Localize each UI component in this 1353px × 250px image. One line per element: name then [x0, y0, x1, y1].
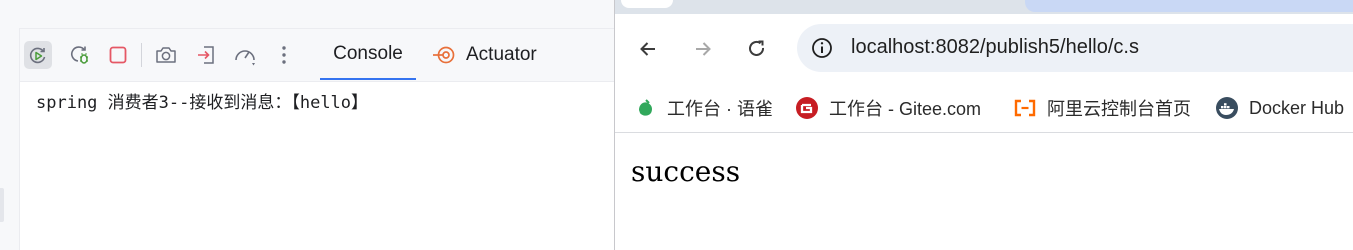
bookmark-gitee-label: 工作台 - Gitee.com [829, 99, 982, 119]
page-content: success [615, 133, 1353, 250]
yuque-icon [639, 99, 652, 116]
address-bar[interactable]: localhost:8082/publish5/hello/c.s [797, 24, 1353, 72]
stop-button[interactable] [104, 41, 132, 69]
bookmark-gitee[interactable]: 工作台 - Gitee.com [795, 93, 981, 123]
bookmark-aliyun-label: 阿里云控制台首页 [1047, 99, 1191, 119]
address-url[interactable]: localhost:8082/publish5/hello/c.s [851, 36, 1139, 59]
page-response-text: success [631, 155, 741, 188]
arrow-right-icon [696, 42, 711, 56]
actuator-icon [433, 46, 455, 63]
stop-icon [109, 46, 127, 64]
screenshot-button[interactable] [152, 41, 180, 69]
tab-actuator-label: Actuator [466, 43, 537, 65]
browser-window: localhost:8082/publish5/hello/c.s 工作台 · … [614, 0, 1353, 250]
console-output-line: spring 消费者3--接收到消息：【hello】 [36, 93, 369, 113]
aliyun-icon [1014, 99, 1036, 117]
rerun-debug-icon [71, 46, 88, 64]
browser-nav-bar: localhost:8082/publish5/hello/c.s [615, 14, 1353, 84]
more-options-button[interactable] [270, 41, 298, 69]
bookmark-yuque[interactable]: 工作台 · 语雀 [635, 93, 773, 123]
camera-icon [156, 47, 176, 63]
gauge-icon [235, 50, 255, 66]
rerun-icon [29, 47, 46, 64]
profiler-button[interactable] [231, 41, 259, 69]
more-vertical-icon [282, 46, 286, 64]
gutter-scroll-marker[interactable] [0, 188, 4, 222]
ide-header-strip [0, 0, 614, 29]
rerun-button[interactable] [24, 41, 52, 69]
reload-button[interactable] [740, 32, 774, 66]
run-toolbar: Console Actuator [20, 29, 614, 82]
toolbar-separator [141, 43, 142, 67]
bookmark-aliyun[interactable]: 阿里云控制台首页 [1013, 93, 1191, 123]
bookmarks-bar: 工作台 · 语雀 工作台 - Gitee.com 阿里云控制台首页 Docker… [615, 84, 1353, 133]
bookmark-yuque-label: 工作台 · 语雀 [667, 99, 773, 119]
ide-run-window: Console Actuator spring 消费者3--接收到消息：【hel… [0, 0, 614, 250]
reload-icon [749, 40, 765, 56]
bookmark-docker-label: Docker Hub [1249, 97, 1345, 118]
browser-tab-strip [615, 0, 1353, 14]
arrow-left-icon [640, 42, 655, 56]
import-button[interactable] [192, 41, 220, 69]
back-button[interactable] [631, 32, 665, 66]
ide-left-gutter [0, 28, 20, 250]
browser-tab-active[interactable] [1025, 0, 1353, 12]
forward-button[interactable] [686, 32, 720, 66]
tab-console[interactable]: Console [320, 29, 416, 80]
browser-tab[interactable] [621, 0, 673, 8]
docker-icon [1216, 97, 1238, 119]
login-icon [198, 46, 214, 64]
tab-actuator[interactable]: Actuator [432, 29, 537, 80]
rerun-debug-button[interactable] [66, 41, 94, 69]
site-info-icon[interactable] [811, 37, 833, 59]
bookmark-docker[interactable]: Docker Hub [1215, 93, 1344, 123]
gitee-icon [796, 97, 818, 119]
tab-console-label: Console [333, 42, 403, 64]
